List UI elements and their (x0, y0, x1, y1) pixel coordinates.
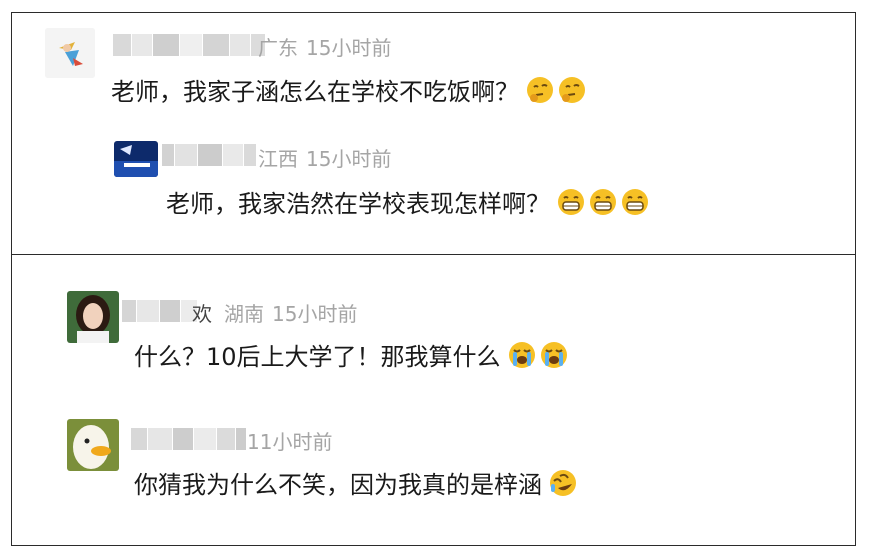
comment-meta: 湖南 15小时前 (224, 298, 357, 327)
grinning-face-icon (590, 188, 616, 215)
user-avatar[interactable] (67, 291, 119, 343)
crying-face-icon (508, 341, 535, 368)
user-avatar[interactable] (67, 419, 119, 471)
portrait-avatar-icon (67, 291, 119, 343)
comment-text-row: 老师，我家浩然在学校表现怎样啊？ (166, 184, 650, 219)
emoji-group (546, 468, 578, 498)
cartoon-avatar-icon (45, 28, 95, 78)
emoji-group (523, 75, 587, 105)
comment-text: 老师，我家子涵怎么在学校不吃饭啊？ (111, 78, 519, 106)
region-label: 江西 (258, 147, 298, 171)
emoji-group (554, 187, 650, 217)
region-label: 广东 (258, 36, 298, 60)
goose-avatar-icon (67, 419, 119, 471)
comment-meta: 11小时前 (247, 426, 332, 455)
comment-meta: 江西 15小时前 (258, 143, 391, 172)
blurred-username (162, 144, 256, 166)
timestamp: 15小时前 (306, 147, 392, 171)
grinning-face-icon (622, 188, 648, 215)
thinking-face-icon (559, 76, 585, 103)
blurred-username (131, 428, 246, 450)
comment-thread-panel (11, 254, 856, 546)
crying-face-icon (540, 341, 567, 368)
timestamp: 15小时前 (272, 302, 358, 326)
comment-text: 什么？10后上大学了！那我算什么 (134, 343, 501, 371)
timestamp: 15小时前 (306, 36, 392, 60)
rolling-laugh-icon (550, 469, 576, 496)
comment-text: 老师，我家浩然在学校表现怎样啊？ (166, 190, 550, 218)
user-avatar[interactable] (45, 28, 95, 78)
username-fragment: 欢 (192, 302, 212, 326)
emoji-group (505, 340, 569, 370)
comment-text: 你猜我为什么不笑，因为我真的是梓涵 (134, 471, 542, 499)
comment-text-row: 什么？10后上大学了！那我算什么 (134, 337, 569, 372)
comment-meta: 广东 15小时前 (258, 32, 391, 61)
timestamp: 11小时前 (247, 430, 333, 454)
blurred-username (113, 34, 265, 56)
thinking-face-icon (527, 76, 553, 103)
comment-text-row: 老师，我家子涵怎么在学校不吃饭啊？ (111, 72, 587, 107)
grinning-face-icon (558, 188, 584, 215)
user-avatar[interactable] (114, 141, 158, 177)
region-label: 湖南 (224, 302, 264, 326)
comment-text-row: 你猜我为什么不笑，因为我真的是梓涵 (134, 465, 578, 500)
landscape-avatar-icon (114, 141, 158, 177)
blurred-username (122, 300, 197, 322)
